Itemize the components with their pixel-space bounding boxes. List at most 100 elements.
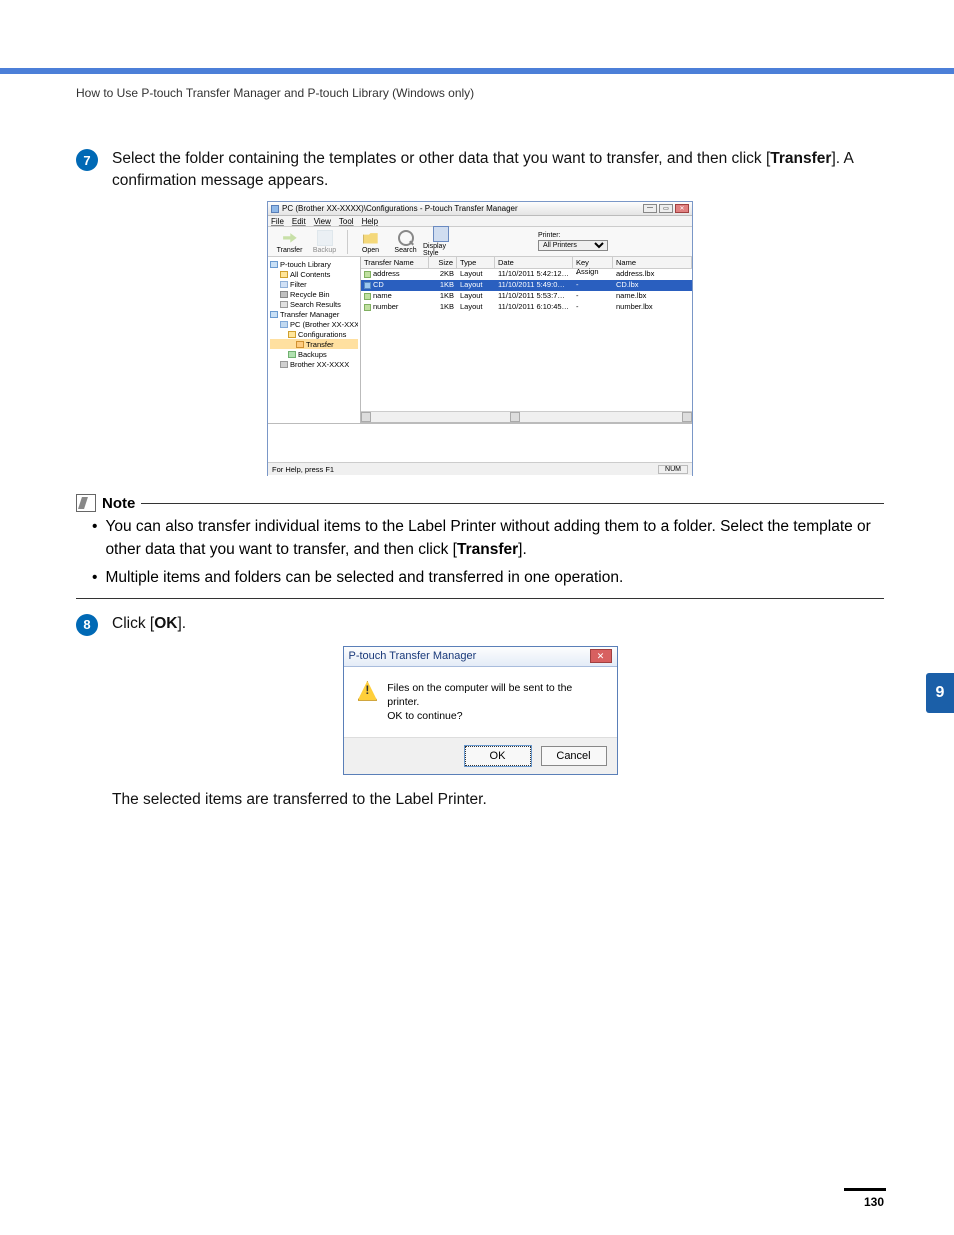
- scroll-left-button[interactable]: [361, 412, 371, 422]
- tool-transfer[interactable]: Transfer: [272, 230, 307, 254]
- tree-all-contents[interactable]: All Contents: [270, 269, 358, 279]
- menu-help[interactable]: Help: [362, 217, 378, 226]
- tree-ptouch-library[interactable]: P-touch Library: [270, 259, 358, 269]
- dialog-titlebar: P-touch Transfer Manager ✕: [344, 647, 617, 667]
- tool-backup-label: Backup: [313, 247, 336, 254]
- col-transfer-name[interactable]: Transfer Name: [361, 257, 429, 268]
- tree-search-results[interactable]: Search Results: [270, 299, 358, 309]
- tool-display-style[interactable]: Display Style: [423, 226, 458, 257]
- cancel-button[interactable]: Cancel: [541, 746, 607, 766]
- menu-tool[interactable]: Tool: [339, 217, 354, 226]
- after-text: The selected items are transferred to th…: [112, 789, 884, 811]
- tree-label: P-touch Library: [280, 260, 331, 269]
- list-header: Transfer Name Size Type Date Key Assign …: [361, 257, 692, 269]
- display-style-icon: [433, 226, 449, 242]
- menu-edit[interactable]: Edit: [292, 217, 306, 226]
- col-key-assign[interactable]: Key Assign: [573, 257, 613, 268]
- note-b1-b: ].: [518, 541, 527, 558]
- tool-search-label: Search: [394, 247, 416, 254]
- col-size[interactable]: Size: [429, 257, 457, 268]
- tree-filter[interactable]: Filter: [270, 279, 358, 289]
- list-rows: address2KBLayout11/10/2011 5:42:12…-addr…: [361, 269, 692, 313]
- folder-tree[interactable]: P-touch Library All Contents Filter Recy…: [268, 257, 361, 423]
- tree-label: Brother XX-XXXX: [290, 360, 349, 369]
- folder-icon: [280, 271, 288, 278]
- dialog-footer: OK Cancel: [344, 737, 617, 774]
- tool-open[interactable]: Open: [353, 230, 388, 254]
- layout-icon: [364, 271, 371, 278]
- preview-pane: [268, 423, 692, 487]
- menu-bar: File Edit View Tool Help: [268, 216, 692, 227]
- tree-backups[interactable]: Backups: [270, 349, 358, 359]
- tree-label: Transfer Manager: [280, 310, 339, 319]
- body-split: P-touch Library All Contents Filter Recy…: [268, 257, 692, 423]
- step-8-text-a: Click [: [112, 615, 154, 632]
- tree-recycle-bin[interactable]: Recycle Bin: [270, 289, 358, 299]
- backup-icon: [317, 230, 333, 246]
- tool-search[interactable]: Search: [388, 230, 423, 254]
- list-empty-area: [361, 313, 692, 411]
- tree-transfer-manager[interactable]: Transfer Manager: [270, 309, 358, 319]
- horizontal-scrollbar[interactable]: [361, 411, 692, 422]
- note-rule: [141, 503, 884, 504]
- step-8-number: 8: [76, 614, 98, 636]
- menu-file[interactable]: File: [271, 217, 284, 226]
- dialog-close-button[interactable]: ✕: [590, 649, 612, 663]
- col-name[interactable]: Name: [613, 257, 692, 268]
- confirmation-dialog: P-touch Transfer Manager ✕ Files on the …: [343, 646, 618, 776]
- tree-label: Transfer: [306, 340, 334, 349]
- list-row[interactable]: name1KBLayout11/10/2011 5:53:7…-name.lbx: [361, 291, 692, 302]
- col-date[interactable]: Date: [495, 257, 573, 268]
- step-7-text: Select the folder containing the templat…: [112, 148, 884, 191]
- chapter-tab: 9: [926, 673, 954, 713]
- tree-pc[interactable]: PC (Brother XX-XXXX): [270, 319, 358, 329]
- ok-button[interactable]: OK: [465, 746, 531, 766]
- config-icon: [288, 331, 296, 338]
- menu-view[interactable]: View: [314, 217, 331, 226]
- note-b2: Multiple items and folders can be select…: [105, 567, 623, 589]
- list-row[interactable]: address2KBLayout11/10/2011 5:42:12…-addr…: [361, 269, 692, 280]
- tool-transfer-label: Transfer: [277, 247, 303, 254]
- window-title: PC (Brother XX-XXXX)\Configurations - P-…: [282, 204, 518, 213]
- note-body: You can also transfer individual items t…: [76, 516, 884, 589]
- pc-icon: [280, 321, 288, 328]
- transfer-folder-icon: [296, 341, 304, 348]
- minimize-button[interactable]: —: [643, 204, 657, 213]
- titlebar: PC (Brother XX-XXXX)\Configurations - P-…: [268, 202, 692, 216]
- note-icon: [76, 494, 96, 512]
- transfer-icon: [282, 230, 298, 246]
- list-row[interactable]: CD1KBLayout11/10/2011 5:49:0…-CD.lbx: [361, 280, 692, 291]
- tree-transfer-folder[interactable]: Transfer: [270, 339, 358, 349]
- transfer-manager-window: PC (Brother XX-XXXX)\Configurations - P-…: [267, 201, 693, 476]
- step-7: 7 Select the folder containing the templ…: [76, 148, 884, 191]
- tool-open-label: Open: [362, 247, 379, 254]
- close-button[interactable]: ✕: [675, 204, 689, 213]
- scroll-right-button[interactable]: [682, 412, 692, 422]
- scroll-thumb[interactable]: [510, 412, 520, 422]
- tree-printer[interactable]: Brother XX-XXXX: [270, 359, 358, 369]
- open-icon: [363, 230, 379, 246]
- maximize-button[interactable]: ▭: [659, 204, 673, 213]
- note-block: Note You can also transfer individual it…: [76, 494, 884, 598]
- tree-configurations[interactable]: Configurations: [270, 329, 358, 339]
- layout-icon: [364, 304, 371, 311]
- tree-label: PC (Brother XX-XXXX): [290, 320, 358, 329]
- step-8-text: Click [OK].: [112, 613, 186, 636]
- note-end-rule: [76, 598, 884, 599]
- note-b1-bold: Transfer: [457, 541, 518, 558]
- toolbar-separator: [347, 230, 348, 254]
- toolbar: Transfer Backup Open Search Display Styl…: [268, 227, 692, 257]
- step-7-number: 7: [76, 149, 98, 171]
- page-number: 130: [864, 1195, 884, 1209]
- col-type[interactable]: Type: [457, 257, 495, 268]
- page-number-rule: [844, 1188, 886, 1191]
- layout-icon: [364, 293, 371, 300]
- printer-icon: [280, 361, 288, 368]
- note-label: Note: [102, 495, 135, 512]
- library-icon: [270, 261, 278, 268]
- list-row[interactable]: number1KBLayout11/10/2011 6:10:45…-numbe…: [361, 302, 692, 313]
- printer-dropdown[interactable]: All Printers: [538, 240, 608, 251]
- note-bullet-1: You can also transfer individual items t…: [76, 516, 884, 561]
- tm-icon: [270, 311, 278, 318]
- note-bullet-2: Multiple items and folders can be select…: [76, 567, 884, 589]
